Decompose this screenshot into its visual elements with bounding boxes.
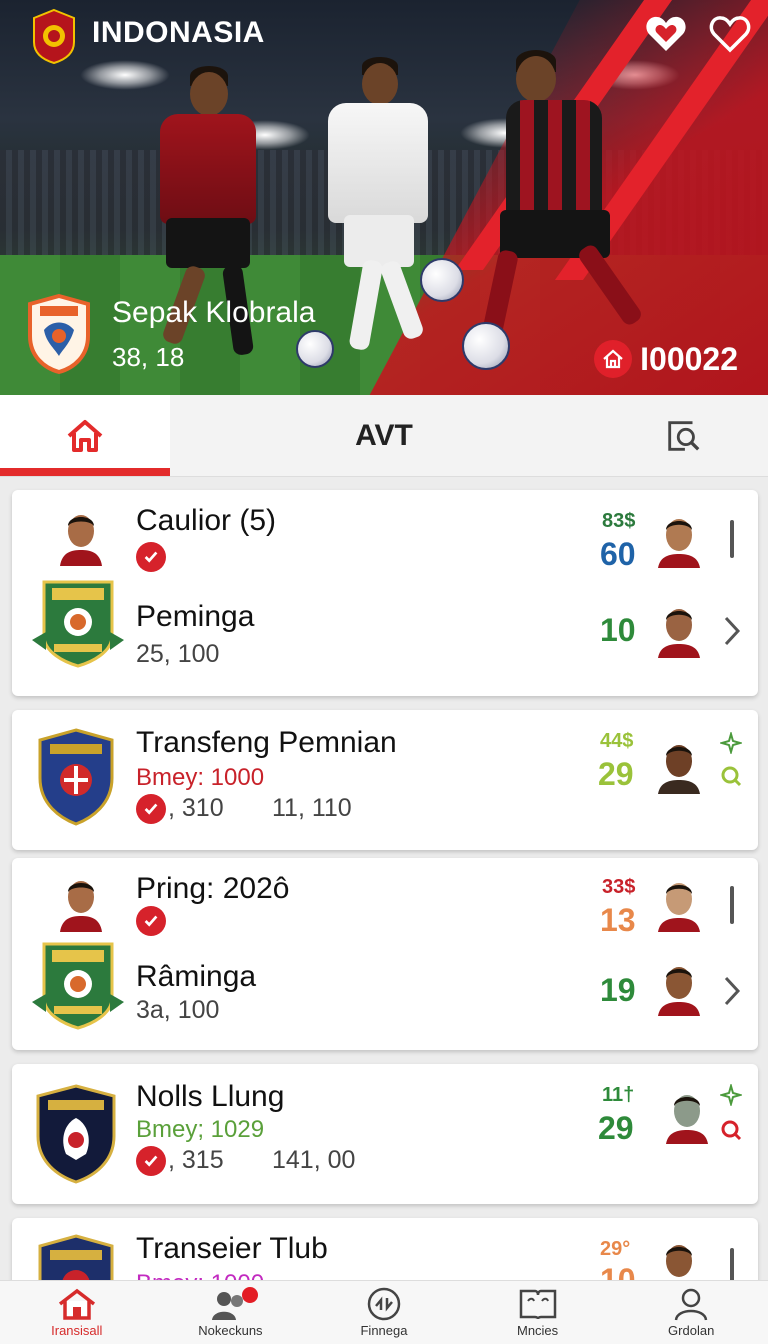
football (420, 258, 464, 302)
card-money: Bmey: 1000 (136, 764, 265, 791)
nav-news[interactable]: Mncies (461, 1281, 615, 1344)
favorite-button[interactable] (644, 12, 688, 56)
nav-players[interactable]: Nokeckuns (154, 1281, 308, 1344)
rating-big: 29 (598, 1110, 634, 1146)
football (296, 330, 334, 368)
home-badge-icon (594, 340, 633, 378)
card-stat-a: , 310 (168, 794, 224, 822)
transfer-card[interactable]: Transfeng Pemnian Bmey: 1000 , 310 11, 1… (12, 710, 758, 850)
card-stat-b: 11, 110 (272, 794, 352, 822)
card-money: Bmey; 1029 (136, 1116, 265, 1143)
nav-label: Iransisall (51, 1323, 103, 1338)
club-crest-icon (38, 728, 114, 826)
rating-small: 11† (602, 1084, 635, 1106)
chevron-right-icon[interactable] (722, 614, 742, 648)
player-avatar (658, 519, 700, 568)
verified-badge-icon (136, 906, 166, 936)
card-title: Transfeng Pemnian (136, 726, 397, 759)
club-crest-icon (36, 1084, 116, 1184)
like-button[interactable] (708, 12, 752, 56)
club-name: Sepak Klobrala (112, 296, 316, 329)
rating-small: 44$ (600, 730, 634, 752)
club-crest-icon (32, 942, 124, 1030)
nav-profile[interactable]: Grdolan (614, 1281, 768, 1344)
app-title: INDONASIA (92, 16, 265, 49)
sparkle-icon (720, 1084, 742, 1106)
player-avatar (60, 515, 102, 566)
rating-small: 33$ (602, 876, 636, 898)
club-stats: 38, 18 (112, 342, 185, 372)
nav-transfers[interactable]: Iransisall (0, 1281, 154, 1344)
player-avatar (60, 881, 102, 932)
card-stats: 25, 100 (136, 640, 220, 668)
player-avatar (658, 609, 700, 658)
player-avatar (658, 883, 700, 932)
card-stat-a: , 315 (168, 1146, 224, 1174)
card-stats: 3a, 100 (136, 996, 220, 1024)
rating-big: 60 (600, 536, 636, 572)
player-right (470, 50, 660, 350)
divider-bar (730, 520, 734, 558)
card-title: Caulior (5) (136, 504, 277, 537)
football (462, 322, 510, 370)
player-avatar (658, 967, 700, 1016)
notification-badge (241, 1287, 258, 1303)
card-subtitle: Peminga (136, 600, 255, 633)
player-middle (300, 55, 450, 365)
heart-filled-icon (646, 16, 686, 51)
chevron-right-icon[interactable] (722, 974, 742, 1008)
divider-bar (730, 886, 734, 924)
card-subtitle: Râminga (136, 960, 257, 993)
exchange-icon (367, 1287, 401, 1321)
verified-badge-icon (136, 794, 166, 824)
nav-finance[interactable]: Finnega (307, 1281, 461, 1344)
verified-badge-icon (136, 1146, 166, 1176)
card-title: Pring: 202ô (136, 872, 290, 905)
app-root: INDONASIA Sepak Klobrala 38, 18 I00022 A… (0, 0, 768, 1344)
verified-badge-icon (136, 542, 166, 572)
rating-big: 29 (598, 756, 634, 792)
player-avatar (658, 745, 700, 794)
club-count-value: I00022 (640, 340, 738, 377)
tab-search[interactable] (598, 395, 768, 476)
card-title: Nolls Llung (136, 1080, 285, 1113)
rating-bottom: 19 (600, 972, 636, 1008)
profile-icon (674, 1288, 708, 1321)
bottom-nav: Iransisall Nokeckuns Finnega Mncies Grdo… (0, 1280, 768, 1344)
card-title: Transeier Tlub (136, 1232, 328, 1265)
home-icon (58, 1288, 95, 1320)
transfer-card[interactable]: Caulior (5) Peminga 25, 100 83$ 60 10 (12, 490, 758, 696)
club-count[interactable]: I00022 (594, 340, 738, 378)
club-crest-icon (32, 580, 124, 668)
home-icon (67, 419, 103, 452)
transfer-card[interactable]: Pring: 202ô Râminga 3a, 100 33$ 13 19 (12, 858, 758, 1050)
search-doc-icon (668, 420, 700, 451)
sparkle-icon (720, 732, 742, 754)
club-crest-icon (28, 294, 90, 374)
player-avatar (666, 1095, 708, 1144)
transfer-card[interactable]: Nolls Llung Bmey; 1029 , 315 141, 00 11†… (12, 1064, 758, 1204)
tab-avt[interactable]: AVT (170, 395, 598, 476)
nav-label: Nokeckuns (198, 1323, 263, 1338)
rating-bottom: 10 (600, 612, 636, 648)
nav-label: Finnega (360, 1323, 408, 1338)
rating-small: 29° (600, 1238, 631, 1260)
rating-big: 13 (600, 902, 636, 938)
book-icon (519, 1289, 556, 1320)
nav-label: Mncies (516, 1323, 559, 1338)
nav-label: Grdolan (668, 1323, 715, 1338)
card-stat-b: 141, 00 (272, 1146, 356, 1174)
search-icon[interactable] (720, 764, 742, 788)
rating-small: 83$ (602, 510, 636, 532)
hero-banner: INDONASIA Sepak Klobrala 38, 18 I00022 (0, 0, 768, 395)
heart-outline-icon (709, 16, 751, 53)
federation-logo-icon (33, 8, 75, 64)
tab-home[interactable] (0, 395, 170, 476)
tab-bar: AVT (0, 395, 768, 477)
search-icon[interactable] (720, 1118, 742, 1142)
